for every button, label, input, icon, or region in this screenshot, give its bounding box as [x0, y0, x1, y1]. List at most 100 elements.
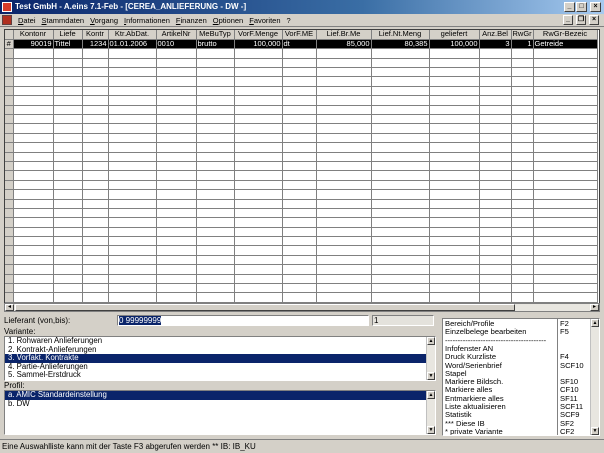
column-header[interactable]: Kontr [82, 30, 109, 40]
table-cell[interactable] [533, 105, 598, 116]
table-cell[interactable] [156, 274, 197, 285]
data-grid[interactable]: Kontonr Liefe Kontr Ktr.AbDat. ArtikelNr MeBu… [4, 29, 600, 312]
table-cell[interactable] [533, 255, 598, 266]
table-cell[interactable] [371, 189, 430, 200]
table-cell[interactable] [371, 208, 430, 219]
table-cell[interactable] [13, 292, 54, 303]
table-cell[interactable] [479, 170, 512, 181]
horizontal-scrollbar[interactable]: ◂ ▸ [4, 303, 600, 312]
table-cell[interactable] [108, 274, 157, 285]
table-cell[interactable] [82, 283, 109, 294]
table-cell[interactable] [511, 152, 534, 162]
table-cell[interactable] [511, 292, 534, 303]
table-cell[interactable] [511, 58, 534, 69]
table-cell[interactable] [196, 264, 235, 275]
table-cell[interactable] [429, 67, 480, 78]
table-cell[interactable] [511, 274, 534, 285]
table-cell[interactable] [13, 152, 54, 162]
table-cell[interactable] [511, 264, 534, 275]
table-cell[interactable] [479, 152, 512, 162]
table-cell[interactable]: 85,000 [316, 39, 372, 50]
table-cell[interactable] [108, 189, 157, 200]
table-cell[interactable] [316, 105, 372, 116]
table-cell[interactable] [282, 236, 317, 247]
table-cell[interactable] [82, 245, 109, 256]
table-cell[interactable] [511, 67, 534, 78]
table-cell[interactable] [108, 264, 157, 275]
table-cell[interactable] [479, 264, 512, 275]
table-cell[interactable] [13, 208, 54, 219]
table-cell[interactable] [429, 180, 480, 191]
table-cell[interactable] [316, 292, 372, 303]
table-cell[interactable] [234, 180, 283, 191]
column-header[interactable]: geliefert [429, 30, 480, 40]
table-cell[interactable] [156, 86, 197, 97]
table-cell[interactable]: 1 [511, 39, 534, 50]
table-cell[interactable] [429, 161, 480, 172]
table-cell[interactable] [53, 161, 83, 172]
table-cell[interactable] [479, 292, 512, 303]
table-cell[interactable] [234, 227, 283, 238]
table-row[interactable] [5, 274, 598, 285]
table-cell[interactable] [282, 133, 317, 144]
table-cell[interactable] [196, 76, 235, 87]
table-cell[interactable] [13, 170, 54, 181]
table-cell[interactable] [13, 255, 54, 266]
table-cell[interactable] [371, 114, 430, 125]
table-cell[interactable] [282, 283, 317, 294]
table-cell[interactable] [316, 152, 372, 162]
table-cell[interactable] [429, 217, 480, 228]
table-cell[interactable] [53, 105, 83, 116]
table-cell[interactable] [282, 274, 317, 285]
table-cell[interactable] [53, 133, 83, 144]
table-cell[interactable] [234, 114, 283, 125]
table-cell[interactable] [53, 95, 83, 106]
table-cell[interactable] [282, 264, 317, 275]
table-cell[interactable] [108, 86, 157, 97]
table-cell[interactable] [533, 292, 598, 303]
table-cell[interactable] [53, 245, 83, 256]
table-cell[interactable] [108, 105, 157, 116]
table-cell[interactable] [234, 58, 283, 69]
table-cell[interactable] [533, 95, 598, 106]
table-cell[interactable] [196, 123, 235, 134]
table-cell[interactable] [282, 255, 317, 266]
table-cell[interactable] [108, 142, 157, 153]
table-cell[interactable] [13, 76, 54, 87]
table-cell[interactable] [53, 208, 83, 219]
table-cell[interactable] [533, 264, 598, 275]
table-cell[interactable] [479, 180, 512, 191]
table-cell[interactable] [53, 86, 83, 97]
table-cell[interactable]: 01.01.2006 [108, 39, 157, 50]
table-cell[interactable] [13, 245, 54, 256]
table-cell[interactable] [108, 152, 157, 162]
table-cell[interactable] [196, 189, 235, 200]
table-cell[interactable] [108, 208, 157, 219]
table-cell[interactable] [53, 114, 83, 125]
table-row[interactable] [5, 105, 598, 116]
table-cell[interactable] [479, 227, 512, 238]
minimize-button[interactable]: _ [564, 2, 575, 12]
table-cell[interactable]: dt [282, 39, 317, 50]
profil-listbox[interactable]: a. AMIC Standardeinstellung b. DW ▲ ▼ [4, 390, 436, 435]
table-cell[interactable] [82, 274, 109, 285]
table-cell[interactable] [282, 123, 317, 134]
table-cell[interactable] [371, 76, 430, 87]
table-cell[interactable] [13, 264, 54, 275]
table-cell[interactable] [511, 189, 534, 200]
table-cell[interactable] [156, 76, 197, 87]
column-header[interactable]: Ktr.AbDat. [108, 30, 157, 40]
table-cell[interactable] [234, 208, 283, 219]
table-cell[interactable] [533, 48, 598, 59]
table-cell[interactable] [316, 189, 372, 200]
table-cell[interactable] [511, 114, 534, 125]
table-cell[interactable] [282, 208, 317, 219]
table-cell[interactable] [196, 86, 235, 97]
table-cell[interactable] [371, 67, 430, 78]
table-cell[interactable] [479, 123, 512, 134]
table-row[interactable] [5, 236, 598, 247]
scroll-up-icon[interactable]: ▲ [427, 337, 435, 345]
table-cell[interactable] [316, 48, 372, 59]
table-cell[interactable] [13, 58, 54, 69]
table-cell[interactable] [156, 217, 197, 228]
